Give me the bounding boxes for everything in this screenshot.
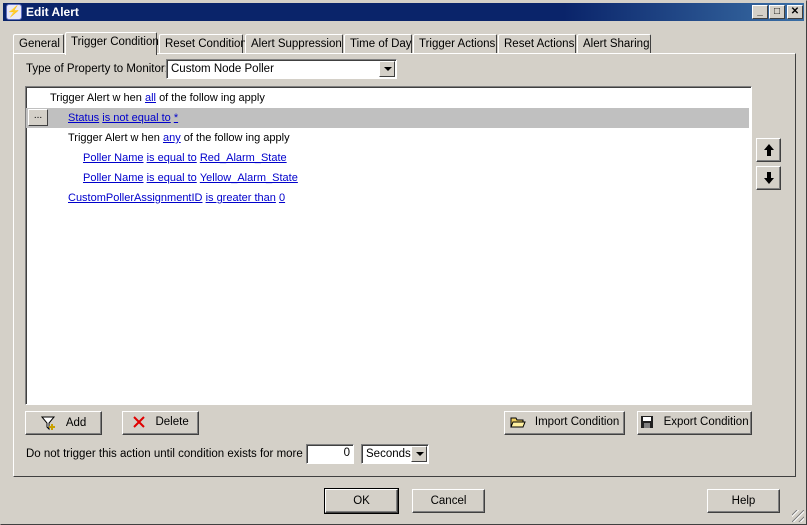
delete-button[interactable]: Delete — [122, 411, 199, 435]
poller-operator-link[interactable]: is equal to — [147, 172, 197, 184]
assignment-value-link[interactable]: 0 — [279, 192, 285, 204]
poller-operator-link[interactable]: is equal to — [147, 152, 197, 164]
tab-alert-suppression[interactable]: Alert Suppression — [245, 34, 343, 54]
condition-group: Trigger Alert w hen any of the follow in… — [68, 132, 290, 152]
delete-x-icon — [133, 416, 145, 428]
dropdown-arrow-icon[interactable] — [411, 446, 427, 462]
tab-reset-actions[interactable]: Reset Actions — [498, 34, 576, 54]
arrow-up-icon — [763, 144, 774, 156]
poller-value-link[interactable]: Red_Alarm_State — [200, 152, 287, 164]
assignment-operator-link[interactable]: is greater than — [206, 192, 276, 204]
delay-unit-select[interactable]: Seconds — [361, 444, 429, 464]
condition-root-link[interactable]: all — [145, 92, 156, 104]
condition-assignment-id[interactable]: CustomPollerAssignmentID is greater than… — [68, 192, 285, 212]
poller-name-link[interactable]: Poller Name — [83, 172, 144, 184]
condition-root-suffix: of the follow ing apply — [159, 92, 265, 104]
tab-trigger-actions[interactable]: Trigger Actions — [413, 34, 497, 54]
delay-value-input[interactable]: 0 — [306, 444, 354, 464]
title-bar: ⚡ Edit Alert _ □ ✕ — [3, 3, 804, 21]
save-disk-icon — [641, 416, 654, 428]
condition-root-prefix: Trigger Alert w hen — [50, 92, 142, 104]
tab-reset-condition[interactable]: Reset Condition — [159, 34, 247, 54]
status-value-link[interactable]: * — [174, 112, 178, 124]
export-condition-label: Export Condition — [663, 416, 749, 428]
property-type-value: Custom Node Poller — [171, 63, 274, 75]
add-button-label: Add — [65, 417, 87, 429]
edit-alert-window: ⚡ Edit Alert _ □ ✕ General Trigger Condi… — [0, 0, 807, 525]
condition-options-button[interactable]: ... — [28, 109, 48, 126]
tab-general[interactable]: General — [13, 34, 64, 54]
ok-button[interactable]: OK — [324, 488, 399, 514]
delay-unit-value: Seconds — [366, 448, 411, 460]
open-folder-icon — [509, 417, 526, 428]
condition-group-link[interactable]: any — [163, 132, 181, 144]
poller-name-link[interactable]: Poller Name — [83, 152, 144, 164]
minimize-button[interactable]: _ — [752, 5, 768, 19]
move-up-button[interactable] — [756, 138, 781, 162]
arrow-down-icon — [763, 172, 774, 184]
close-button[interactable]: ✕ — [787, 5, 803, 19]
cancel-button[interactable]: Cancel — [412, 489, 485, 513]
export-condition-button[interactable]: Export Condition — [637, 411, 752, 435]
condition-group-suffix: of the follow ing apply — [183, 132, 290, 144]
window-title: Edit Alert — [26, 5, 79, 19]
move-down-button[interactable] — [756, 166, 781, 190]
status-field-link[interactable]: Status — [68, 112, 99, 124]
resize-grip[interactable] — [792, 510, 804, 522]
import-condition-button[interactable]: Import Condition — [504, 411, 625, 435]
condition-poller-yellow[interactable]: Poller Name is equal to Yellow_Alarm_Sta… — [83, 172, 298, 192]
dropdown-arrow-icon[interactable] — [379, 61, 395, 77]
maximize-button[interactable]: □ — [769, 5, 785, 19]
tab-time-of-day[interactable]: Time of Day — [344, 34, 412, 54]
condition-group-prefix: Trigger Alert w hen — [68, 132, 160, 144]
assignment-field-link[interactable]: CustomPollerAssignmentID — [68, 192, 203, 204]
condition-poller-red[interactable]: Poller Name is equal to Red_Alarm_State — [83, 152, 287, 172]
delete-button-label: Delete — [155, 416, 189, 428]
property-type-label: Type of Property to Monitor: — [26, 63, 168, 75]
add-button[interactable]: Add — [25, 411, 102, 435]
add-filter-icon — [40, 416, 55, 431]
condition-status-row[interactable]: ... Status is not equal to * — [26, 108, 749, 128]
tab-trigger-condition[interactable]: Trigger Condition — [65, 32, 159, 55]
property-type-select[interactable]: Custom Node Poller — [166, 59, 397, 79]
status-operator-link[interactable]: is not equal to — [102, 112, 171, 124]
delay-label: Do not trigger this action until conditi… — [26, 448, 329, 460]
import-condition-label: Import Condition — [534, 416, 620, 428]
condition-tree[interactable]: Trigger Alert w hen all of the follow in… — [25, 86, 752, 405]
poller-value-link[interactable]: Yellow_Alarm_State — [200, 172, 298, 184]
app-icon: ⚡ — [6, 4, 22, 20]
help-button[interactable]: Help — [707, 489, 780, 513]
tab-alert-sharing[interactable]: Alert Sharing — [577, 34, 651, 54]
